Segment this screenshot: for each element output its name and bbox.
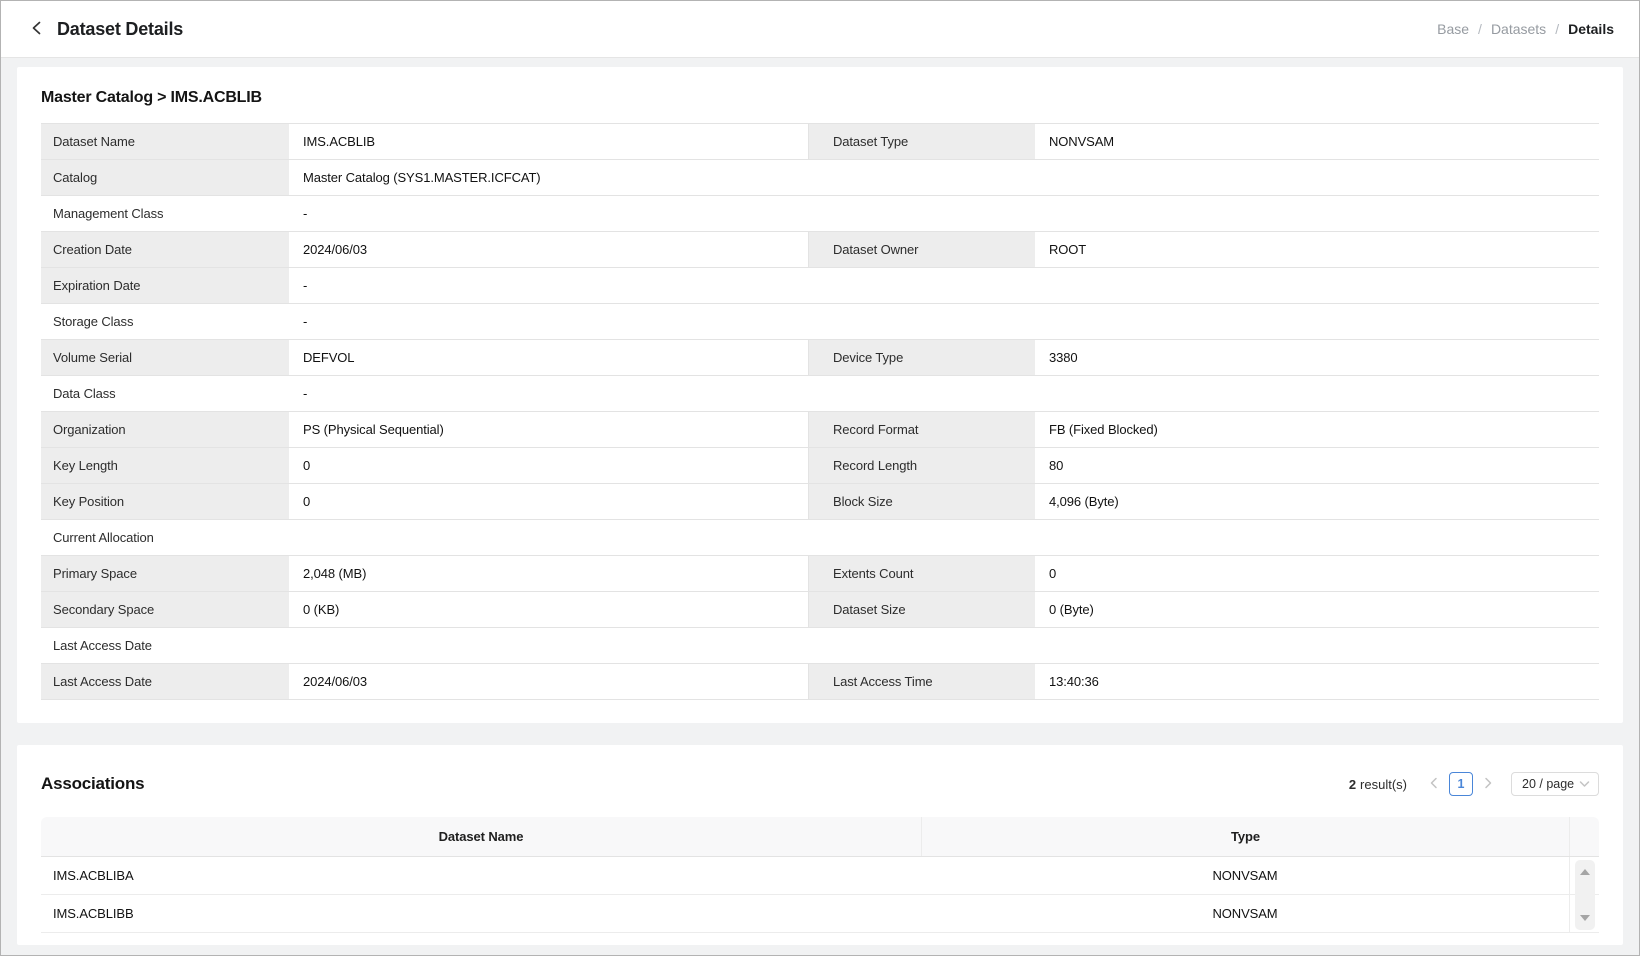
field-value: 0 (KB) <box>289 592 809 628</box>
field-value: FB (Fixed Blocked) <box>1035 412 1599 448</box>
dataset-type-cell: NONVSAM <box>921 857 1569 894</box>
scrollbar-spacer <box>1569 817 1599 856</box>
field-label: Dataset Name <box>41 124 289 160</box>
vertical-scrollbar[interactable] <box>1575 860 1595 930</box>
field-label: Key Length <box>41 448 289 484</box>
field-label: Dataset Owner <box>809 232 1035 268</box>
table-row: IMS.ACBLIBA NONVSAM <box>41 857 1599 895</box>
field-value: - <box>289 196 1599 232</box>
field-value: NONVSAM <box>1035 124 1599 160</box>
page-button-1[interactable]: 1 <box>1449 772 1473 796</box>
chevron-right-icon <box>1483 777 1493 792</box>
dataset-path-title: Master Catalog > IMS.ACBLIB <box>41 89 1599 107</box>
field-value: 2024/06/03 <box>289 664 809 700</box>
field-value: - <box>289 376 1599 412</box>
associations-header: Associations 2 result(s) 1 <box>41 769 1599 799</box>
associations-card: Associations 2 result(s) 1 <box>17 745 1623 945</box>
field-label: Last Access Date <box>41 664 289 700</box>
field-value: 3380 <box>1035 340 1599 376</box>
field-value: PS (Physical Sequential) <box>289 412 809 448</box>
page-header: Dataset Details Base / Datasets / Detail… <box>1 1 1639 58</box>
field-value: 4,096 (Byte) <box>1035 484 1599 520</box>
field-value: ROOT <box>1035 232 1599 268</box>
field-value: DEFVOL <box>289 340 809 376</box>
dataset-details-table: Dataset Name IMS.ACBLIB Dataset Type NON… <box>41 123 1599 700</box>
dataset-details-card: Master Catalog > IMS.ACBLIB Dataset Name… <box>17 67 1623 723</box>
field-label: Expiration Date <box>41 268 289 304</box>
field-label: Management Class <box>41 196 289 232</box>
breadcrumb-item-base[interactable]: Base <box>1437 21 1469 37</box>
breadcrumb-item-datasets[interactable]: Datasets <box>1491 21 1546 37</box>
associations-table-header: Dataset Name Type <box>41 817 1599 857</box>
page-body: Master Catalog > IMS.ACBLIB Dataset Name… <box>1 58 1639 955</box>
field-value: 80 <box>1035 448 1599 484</box>
associations-table: Dataset Name Type IMS.ACBLIBA NONVSAM IM… <box>41 817 1599 933</box>
field-label: Creation Date <box>41 232 289 268</box>
result-count-label: result(s) <box>1360 777 1407 792</box>
field-label: Device Type <box>809 340 1035 376</box>
field-value: 13:40:36 <box>1035 664 1599 700</box>
field-label: Dataset Size <box>809 592 1035 628</box>
dataset-name-cell: IMS.ACBLIBA <box>41 857 921 894</box>
chevron-down-icon <box>1579 777 1590 791</box>
field-label: Primary Space <box>41 556 289 592</box>
field-label: Extents Count <box>809 556 1035 592</box>
result-count: 2 result(s) <box>1349 777 1407 792</box>
chevron-left-icon <box>1429 777 1439 792</box>
field-label: Last Access Time <box>809 664 1035 700</box>
field-label: Volume Serial <box>41 340 289 376</box>
result-count-number: 2 <box>1349 777 1356 792</box>
field-label: Organization <box>41 412 289 448</box>
field-value: - <box>289 304 1599 340</box>
pagination: 2 result(s) 1 20 / page <box>1349 772 1599 796</box>
field-value: 2024/06/03 <box>289 232 809 268</box>
page-size-value: 20 / page <box>1522 777 1574 791</box>
field-value: 0 <box>1035 556 1599 592</box>
breadcrumb: Base / Datasets / Details <box>1437 21 1614 37</box>
back-button[interactable] <box>26 18 48 40</box>
field-value: 0 <box>289 484 809 520</box>
field-label: Block Size <box>809 484 1035 520</box>
page-title: Dataset Details <box>57 19 183 40</box>
section-label: Last Access Date <box>41 628 1599 664</box>
dataset-type-cell: NONVSAM <box>921 895 1569 932</box>
dataset-name-cell: IMS.ACBLIBB <box>41 895 921 932</box>
field-value: Master Catalog (SYS1.MASTER.ICFCAT) <box>289 160 1599 196</box>
next-page-button[interactable] <box>1479 773 1497 795</box>
associations-table-body: IMS.ACBLIBA NONVSAM IMS.ACBLIBB NONVSAM <box>41 857 1599 933</box>
field-label: Key Position <box>41 484 289 520</box>
column-header-type: Type <box>921 817 1569 856</box>
column-header-dataset-name: Dataset Name <box>41 817 921 856</box>
field-value: 2,048 (MB) <box>289 556 809 592</box>
field-label: Secondary Space <box>41 592 289 628</box>
app-window: Dataset Details Base / Datasets / Detail… <box>0 0 1640 956</box>
table-row: IMS.ACBLIBB NONVSAM <box>41 895 1599 933</box>
field-value: IMS.ACBLIB <box>289 124 809 160</box>
breadcrumb-separator: / <box>1478 21 1482 37</box>
field-label: Catalog <box>41 160 289 196</box>
field-label: Record Format <box>809 412 1035 448</box>
chevron-left-icon <box>29 20 45 39</box>
field-value: - <box>289 268 1599 304</box>
field-label: Storage Class <box>41 304 289 340</box>
prev-page-button[interactable] <box>1425 773 1443 795</box>
associations-title: Associations <box>41 774 144 794</box>
scroll-down-arrow-icon[interactable] <box>1580 915 1590 921</box>
breadcrumb-separator: / <box>1555 21 1559 37</box>
field-label: Record Length <box>809 448 1035 484</box>
scroll-up-arrow-icon[interactable] <box>1580 869 1590 875</box>
field-value: 0 (Byte) <box>1035 592 1599 628</box>
breadcrumb-item-details: Details <box>1568 21 1614 37</box>
field-value: 0 <box>289 448 809 484</box>
field-label: Dataset Type <box>809 124 1035 160</box>
field-label: Data Class <box>41 376 289 412</box>
section-label: Current Allocation <box>41 520 1599 556</box>
page-size-select[interactable]: 20 / page <box>1511 772 1599 796</box>
